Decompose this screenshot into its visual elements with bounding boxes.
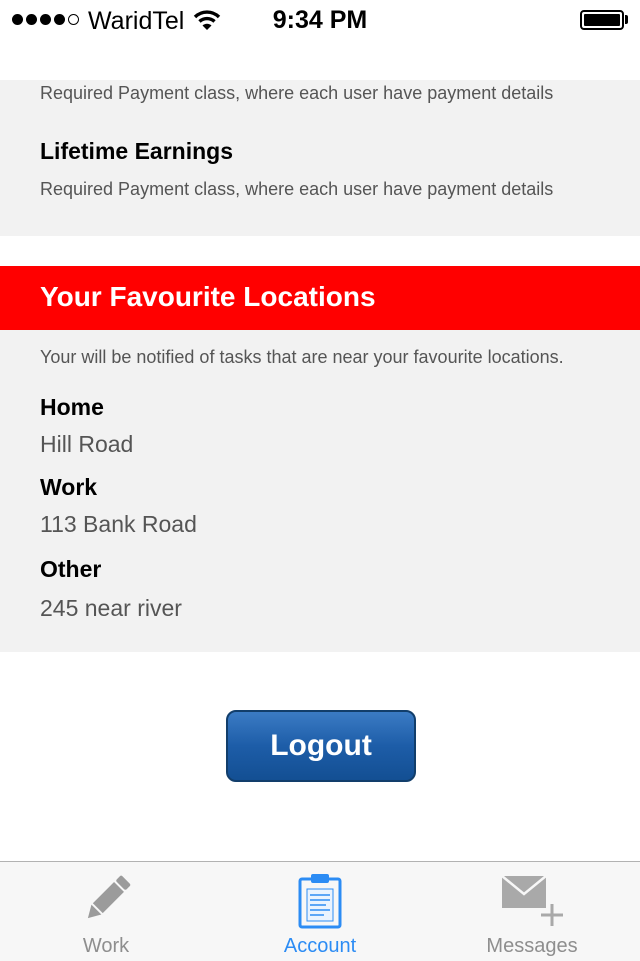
tab-messages[interactable]: Messages	[452, 862, 612, 961]
tab-account-label: Account	[283, 935, 357, 957]
location-other-label: Other	[40, 556, 102, 582]
location-home-value[interactable]: Hill Road	[40, 431, 133, 458]
tab-bar: Work Account Messages	[0, 861, 640, 961]
favourite-locations-description: Your will be notified of tasks that are …	[40, 347, 564, 367]
clipboard-icon	[298, 874, 342, 929]
lifetime-earnings-heading: Lifetime Earnings	[40, 138, 233, 164]
status-bar: WaridTel 9:34 PM	[0, 0, 640, 40]
status-time: 9:34 PM	[272, 6, 368, 34]
battery-icon	[580, 10, 624, 30]
tab-work-label: Work	[82, 935, 130, 957]
lifetime-earnings-description: Required Payment class, where each user …	[40, 179, 554, 199]
pencil-icon	[87, 875, 131, 919]
location-work-label: Work	[40, 474, 98, 500]
logout-button[interactable]: Logout	[226, 710, 416, 782]
favourite-locations-title: Your Favourite Locations	[40, 281, 376, 312]
favourite-locations-banner: Your Favourite Locations	[0, 266, 640, 330]
tab-messages-label: Messages	[486, 935, 578, 957]
payment-section: Required Payment class, where each user …	[0, 80, 640, 236]
tab-work[interactable]: Work	[26, 862, 186, 961]
location-other-value[interactable]: 245 near river	[40, 595, 182, 622]
location-home-label: Home	[40, 394, 104, 420]
mail-add-icon	[501, 875, 563, 926]
tab-account[interactable]: Account	[240, 862, 400, 961]
payment-description: Required Payment class, where each user …	[40, 83, 554, 103]
favourite-locations-section: Your will be notified of tasks that are …	[0, 330, 640, 652]
battery-tip	[625, 15, 628, 24]
location-work-value[interactable]: 113 Bank Road	[40, 511, 197, 538]
